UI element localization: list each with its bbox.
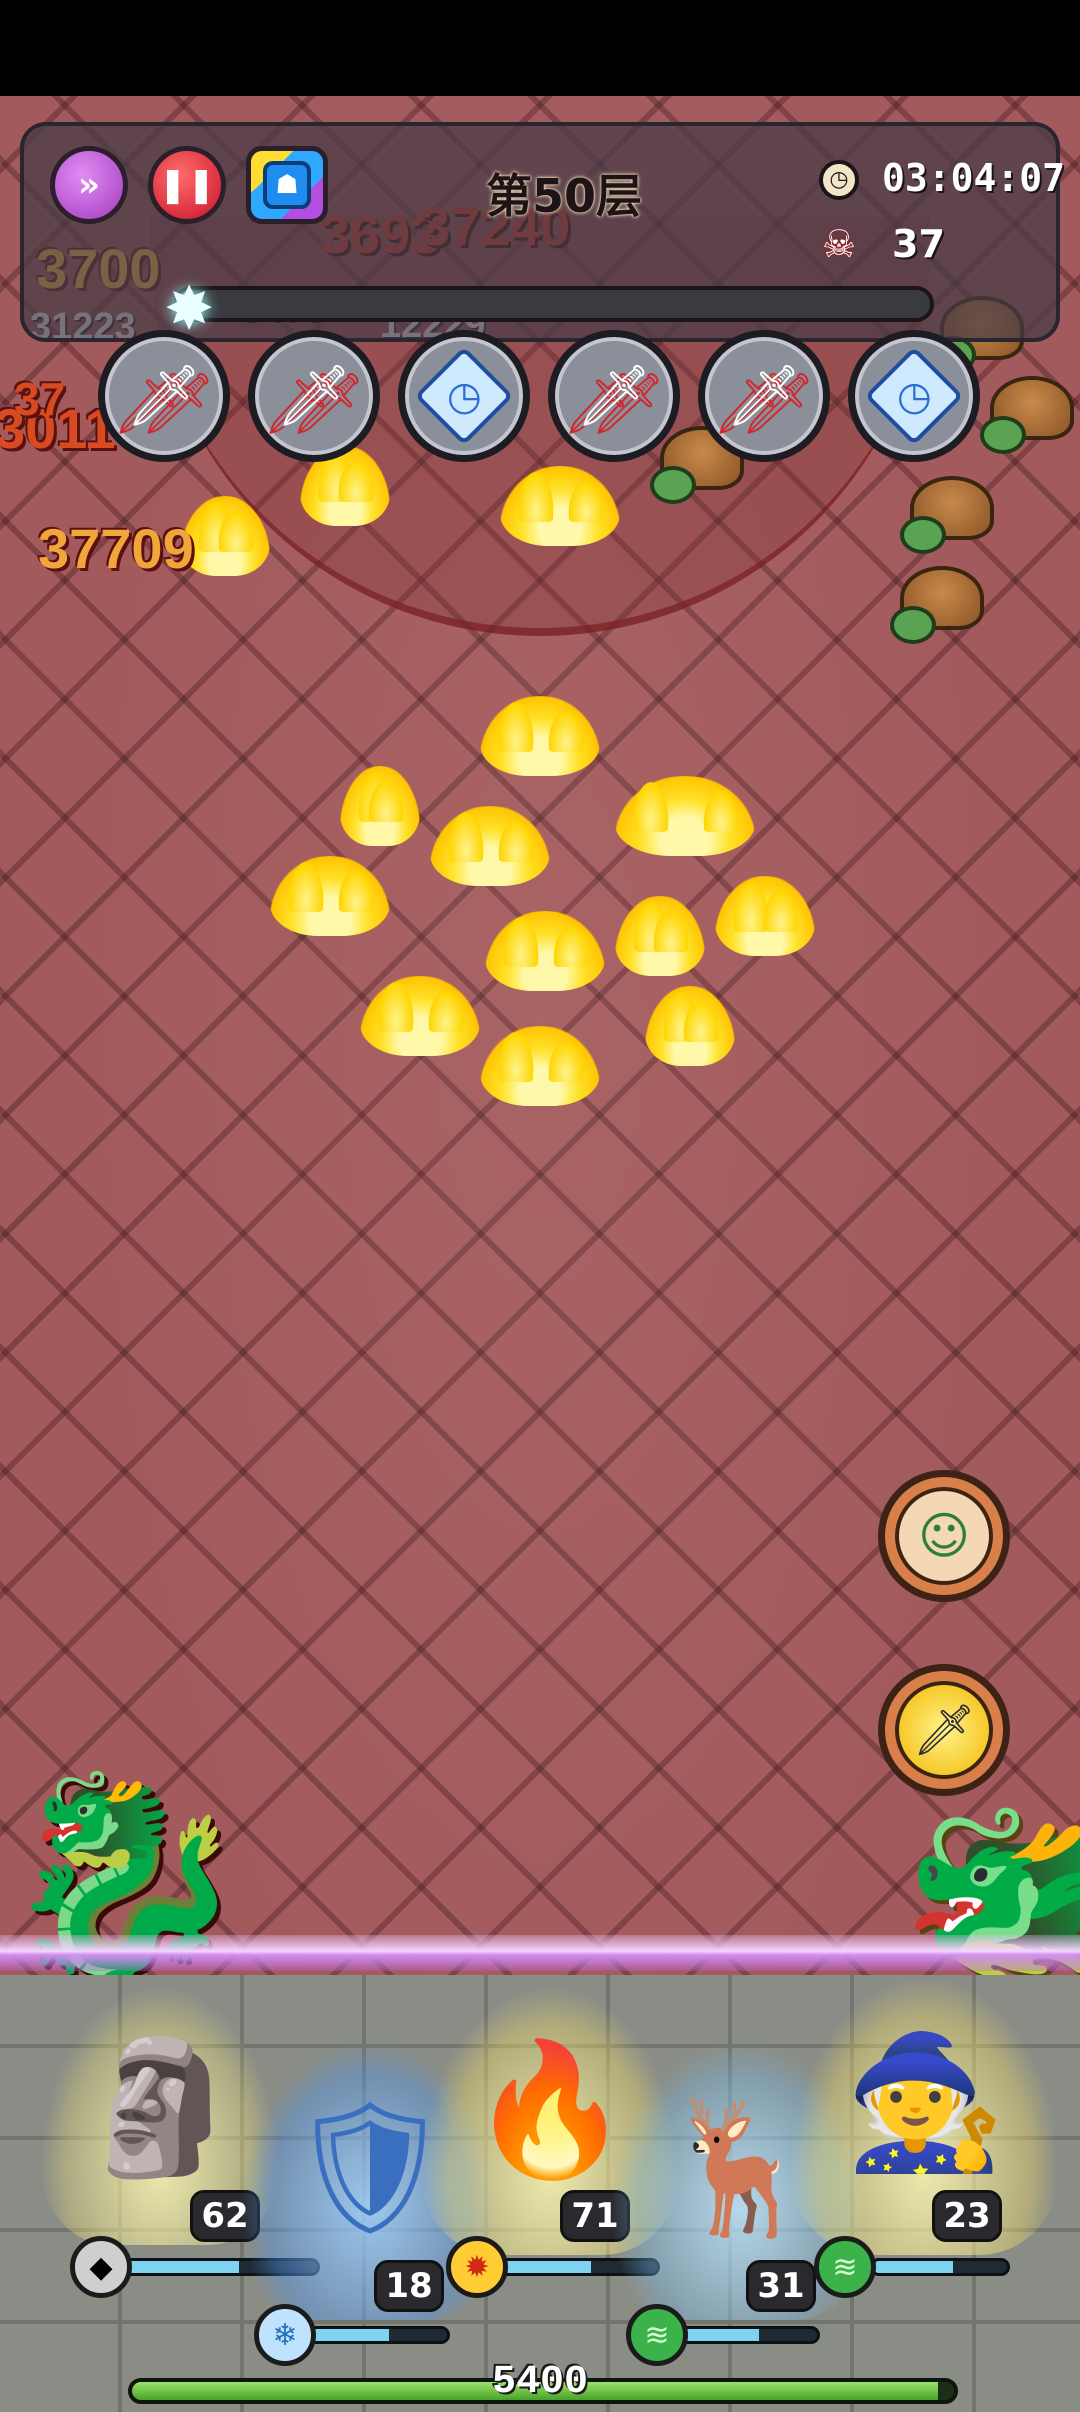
fire-hero-icon: 🔥 xyxy=(469,2033,631,2186)
ice-element-icon: ❄ xyxy=(254,2304,316,2366)
sword-buff-icon[interactable]: 🗡 xyxy=(698,330,830,462)
hero-hp-bar xyxy=(300,2326,450,2344)
fire-patch xyxy=(480,1026,600,1106)
dagger-skill-icon: 🗡 xyxy=(895,1681,993,1779)
defense-barrier xyxy=(0,1935,1080,1971)
sword-buff-icon[interactable]: 🗡 xyxy=(98,330,230,462)
hero-jade-mage[interactable]: 🧙 xyxy=(790,1975,1060,2255)
hero-level: 23 xyxy=(932,2190,1002,2242)
sword-buff-icon[interactable]: 🗡 xyxy=(548,330,680,462)
fire-patch xyxy=(645,986,735,1066)
sword-buff-icon[interactable]: 🗡 xyxy=(248,330,380,462)
green-hood-girl-icon: ☺ xyxy=(895,1487,993,1585)
damage-number: 37709 xyxy=(38,517,194,580)
stone-golem-icon: 🗿 xyxy=(79,2031,241,2184)
jade-mage-icon: 🧙 xyxy=(844,2025,1006,2178)
fast-forward-button[interactable]: » xyxy=(50,146,128,224)
base-hp-value: 5400 xyxy=(491,2360,588,2405)
turtle-enemy xyxy=(900,476,1000,556)
hero-hp-bar xyxy=(870,2258,1010,2276)
clock-cooldown-icon[interactable]: ◷ xyxy=(398,330,530,462)
fire-patch xyxy=(615,776,755,856)
hero-level: 18 xyxy=(374,2260,444,2312)
timer-text: 03:04:07 xyxy=(882,156,1066,200)
clock-cooldown-icon[interactable]: ◷ xyxy=(848,330,980,462)
fire-patch xyxy=(340,766,420,846)
turtle-enemy xyxy=(890,566,990,646)
fire-patch xyxy=(480,696,600,776)
hero-level: 31 xyxy=(746,2260,816,2312)
wind-element-icon: ≋ xyxy=(814,2236,876,2298)
pause-icon: ❚❚ xyxy=(158,165,216,205)
fire-patch xyxy=(485,911,605,991)
fire-element-icon: ✹ xyxy=(446,2236,508,2298)
kill-count: 37 xyxy=(892,222,945,266)
stopwatch-icon: ◷ xyxy=(819,160,859,200)
rock-element-icon: ◆ xyxy=(70,2236,132,2298)
wave-progress-bar xyxy=(174,286,934,322)
floor-title: 第50层 xyxy=(485,169,642,223)
wind-element-icon: ≋ xyxy=(626,2304,688,2366)
turtle-enemy xyxy=(980,376,1080,456)
pause-button[interactable]: ❚❚ xyxy=(148,146,226,224)
fire-patch xyxy=(615,896,705,976)
damage-number: 37 xyxy=(14,373,66,425)
hero-hp-bar xyxy=(670,2326,820,2344)
fire-patch xyxy=(270,856,390,936)
skull-icon: ☠ xyxy=(822,222,857,266)
fast-forward-icon: » xyxy=(78,165,100,205)
fire-patch xyxy=(360,976,480,1056)
top-hud: » ❚❚ ☗ 第50层 ◷ 03:04:07 ☠ 37 ✸ xyxy=(20,122,1065,344)
skill-card-button[interactable]: ☗ xyxy=(246,146,328,224)
fire-patch xyxy=(430,806,550,886)
blue-gem-card-icon: ☗ xyxy=(263,161,311,209)
fire-patch xyxy=(715,876,815,956)
fire-patch xyxy=(500,466,620,546)
status-bar xyxy=(0,0,1080,96)
hero-portrait-button[interactable]: ☺ xyxy=(878,1470,1010,1602)
